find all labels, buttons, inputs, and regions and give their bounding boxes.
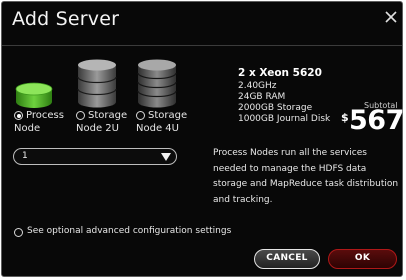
- spec-storage: 2000GB Storage: [238, 103, 313, 113]
- spec-cpu: 2 x Xeon 5620: [238, 67, 322, 79]
- spec-speed: 2.40GHz: [238, 81, 277, 91]
- chevron-down-icon: [161, 153, 171, 161]
- dialog-title: Add Server: [12, 8, 120, 30]
- ok-button[interactable]: OK: [328, 249, 397, 269]
- node-option-process[interactable]: Process Node: [12, 82, 70, 138]
- title-divider: [2, 45, 402, 46]
- storage-4u-radio[interactable]: [136, 111, 145, 120]
- storage-2u-label: Storage: [88, 110, 128, 121]
- advanced-settings-label: See optional advanced configuration sett…: [27, 226, 232, 236]
- close-icon[interactable]: [385, 11, 397, 23]
- advanced-settings-radio[interactable]: [14, 228, 23, 237]
- gray-database-tall-icon: [137, 59, 177, 108]
- add-server-dialog: Add Server Process Node Storage Node 2U …: [1, 1, 404, 277]
- node-option-storage-2u[interactable]: Storage Node 2U: [74, 58, 134, 138]
- process-node-radio[interactable]: [14, 111, 23, 120]
- spec-journal: 1000GB Journal Disk: [238, 114, 331, 124]
- node-option-storage-4u[interactable]: Storage Node 4U: [135, 58, 195, 138]
- cancel-button[interactable]: CANCEL: [254, 249, 320, 269]
- gray-database-icon: [77, 59, 117, 108]
- node-description: Process Nodes run all the services neede…: [213, 148, 399, 205]
- quantity-select[interactable]: 1: [13, 148, 177, 165]
- subtotal-amount: 567: [349, 105, 404, 136]
- storage-4u-sublabel: Node 4U: [136, 123, 179, 134]
- storage-4u-label: Storage: [148, 110, 188, 121]
- green-database-icon: [15, 82, 53, 108]
- process-node-sublabel: Node: [14, 123, 41, 134]
- spec-ram: 24GB RAM: [238, 92, 286, 102]
- storage-2u-sublabel: Node 2U: [76, 123, 119, 134]
- process-node-label: Process: [26, 110, 64, 121]
- quantity-value: 1: [22, 151, 28, 161]
- currency-symbol: $: [341, 111, 349, 124]
- storage-2u-radio[interactable]: [76, 111, 85, 120]
